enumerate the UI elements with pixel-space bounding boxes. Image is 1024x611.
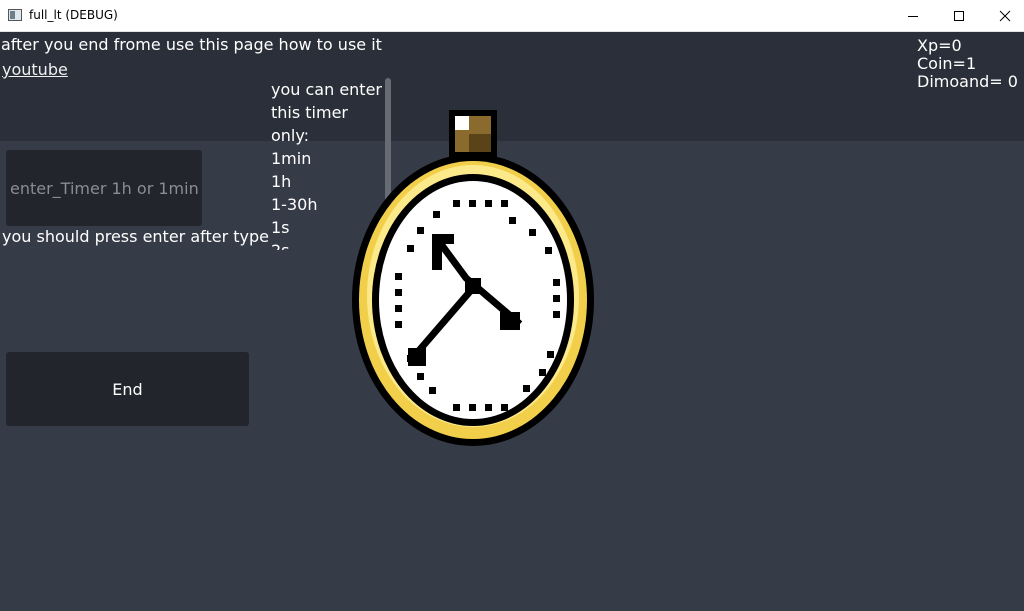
xp-counter: Xp=0 — [917, 36, 962, 55]
close-button[interactable] — [982, 0, 1024, 32]
diamond-counter: Dimoand= 0 — [917, 72, 1018, 91]
end-button[interactable]: End — [6, 352, 249, 426]
window-title: full_lt (DEBUG) — [29, 8, 118, 22]
app-window-icon — [8, 9, 22, 21]
minimize-button[interactable] — [890, 0, 936, 32]
close-icon — [999, 10, 1011, 22]
youtube-link[interactable]: youtube — [2, 60, 68, 79]
minimize-icon — [908, 16, 918, 17]
title-bar: full_lt (DEBUG) — [0, 0, 1024, 32]
maximize-icon — [954, 11, 964, 21]
help-list-item: you can enter — [271, 80, 382, 99]
pocket-watch-icon — [352, 110, 594, 446]
info-text: after you end frome use this page how to… — [1, 35, 382, 54]
timer-input[interactable] — [6, 150, 202, 226]
enter-hint: you should press enter after type — [2, 227, 270, 246]
maximize-button[interactable] — [936, 0, 982, 32]
coin-counter: Coin=1 — [917, 54, 977, 73]
stats-panel: Xp=0 Coin=1 Dimoand= 0 — [917, 37, 1018, 91]
